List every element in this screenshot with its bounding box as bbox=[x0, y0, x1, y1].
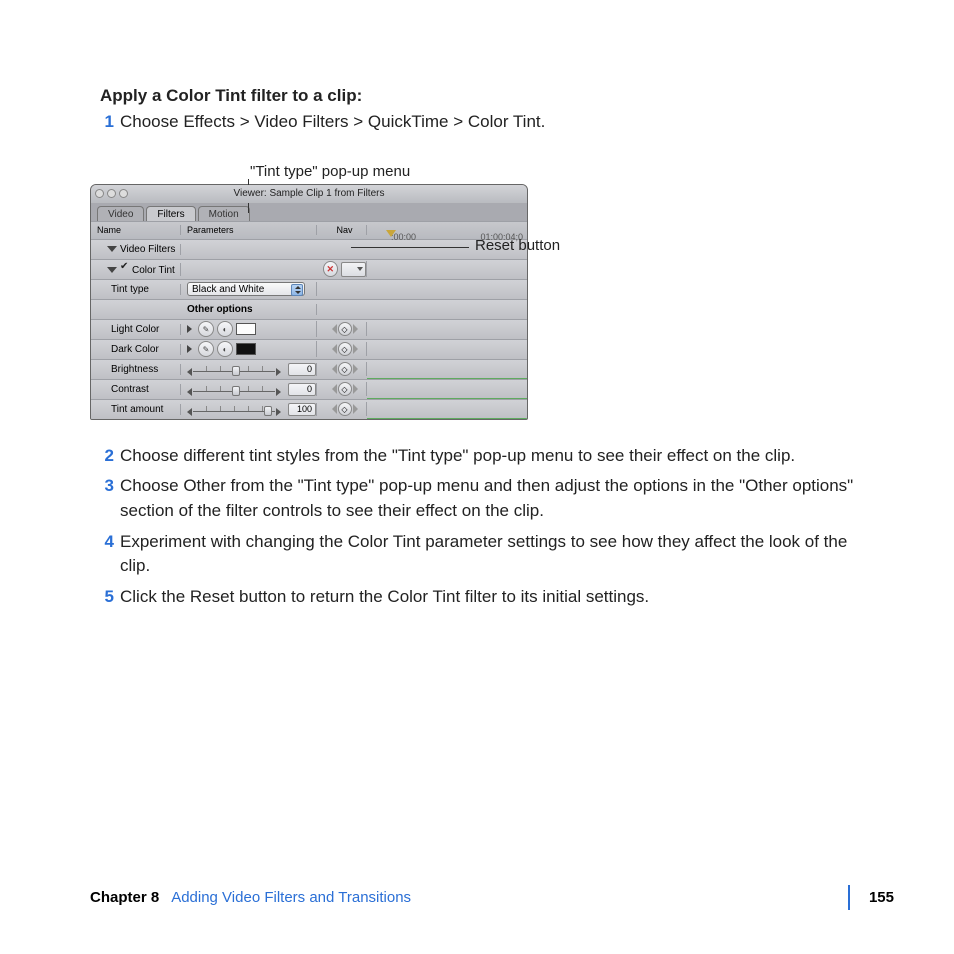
callout-tint-type: "Tint type" pop-up menu bbox=[250, 163, 864, 180]
label-contrast: Contrast bbox=[111, 384, 149, 395]
prev-keyframe-icon[interactable] bbox=[332, 364, 337, 374]
step-text-4: Experiment with changing the Color Tint … bbox=[120, 530, 864, 579]
add-keyframe-icon[interactable]: ◇ bbox=[338, 342, 352, 356]
clip-keyframe-popup[interactable] bbox=[341, 262, 366, 277]
row-tint-amount: Tint amount 100 ◇ bbox=[91, 399, 527, 419]
add-keyframe-icon[interactable]: ◇ bbox=[338, 362, 352, 376]
light-color-swatch[interactable] bbox=[236, 323, 256, 335]
row-light-color: Light Color ✎ ◐ ◇ bbox=[91, 319, 527, 339]
page-footer: Chapter 8 Adding Video Filters and Trans… bbox=[90, 889, 894, 906]
window-titlebar: Viewer: Sample Clip 1 from Filters bbox=[91, 185, 527, 203]
step-number-1: 1 bbox=[90, 110, 114, 135]
zoom-icon[interactable] bbox=[119, 189, 128, 198]
label-video-filters: Video Filters bbox=[120, 244, 175, 255]
brightness-slider[interactable] bbox=[187, 363, 281, 375]
tab-motion[interactable]: Motion bbox=[198, 206, 250, 221]
label-tint-amount: Tint amount bbox=[111, 404, 163, 415]
step-text-1: Choose Effects > Video Filters > QuickTi… bbox=[120, 110, 864, 135]
keyframe-nav-tint-amount[interactable]: ◇ bbox=[332, 402, 358, 416]
disclosure-down-icon[interactable] bbox=[107, 246, 117, 252]
prev-keyframe-icon[interactable] bbox=[332, 384, 337, 394]
keyframe-nav-brightness[interactable]: ◇ bbox=[332, 362, 358, 376]
playhead-icon[interactable] bbox=[386, 230, 396, 237]
prev-keyframe-icon[interactable] bbox=[332, 324, 337, 334]
row-dark-color: Dark Color ✎ ◐ ◇ bbox=[91, 339, 527, 359]
close-icon[interactable] bbox=[95, 189, 104, 198]
next-keyframe-icon[interactable] bbox=[353, 344, 358, 354]
viewer-window: Viewer: Sample Clip 1 from Filters Video… bbox=[90, 184, 528, 420]
reset-button[interactable]: ✕ bbox=[323, 261, 338, 277]
footer-rule bbox=[848, 885, 850, 910]
row-tint-type: Tint type Black and White bbox=[91, 279, 527, 299]
label-color-tint: Color Tint bbox=[132, 265, 175, 276]
disclosure-right-icon[interactable] bbox=[187, 345, 192, 353]
label-other-options: Other options bbox=[181, 304, 317, 315]
label-tint-type: Tint type bbox=[111, 284, 149, 295]
next-keyframe-icon[interactable] bbox=[353, 384, 358, 394]
chapter-title: Adding Video Filters and Transitions bbox=[171, 889, 411, 906]
tint-amount-value[interactable]: 100 bbox=[288, 403, 316, 416]
hue-wheel-button[interactable]: ◐ bbox=[217, 341, 233, 357]
row-brightness: Brightness 0 ◇ bbox=[91, 359, 527, 379]
row-video-filters[interactable]: Video Filters bbox=[91, 239, 527, 259]
step-number-2: 2 bbox=[90, 444, 114, 469]
add-keyframe-icon[interactable]: ◇ bbox=[338, 322, 352, 336]
label-brightness: Brightness bbox=[111, 364, 158, 375]
eyedropper-button[interactable]: ✎ bbox=[198, 341, 214, 357]
window-traffic-lights[interactable] bbox=[95, 189, 128, 198]
chapter-label: Chapter 8 bbox=[90, 889, 159, 906]
tab-filters[interactable]: Filters bbox=[146, 206, 195, 221]
col-header-nav: Nav bbox=[317, 225, 367, 235]
tint-amount-slider[interactable] bbox=[187, 403, 281, 415]
col-header-parameters: Parameters bbox=[181, 225, 317, 235]
brightness-value[interactable]: 0 bbox=[288, 363, 316, 376]
contrast-slider[interactable] bbox=[187, 383, 281, 395]
step-number-3: 3 bbox=[90, 474, 114, 523]
section-heading: Apply a Color Tint filter to a clip: bbox=[100, 86, 864, 106]
callout-reset-button: Reset button bbox=[475, 237, 560, 254]
keyframe-nav-dark[interactable]: ◇ bbox=[332, 342, 358, 356]
tint-type-popup[interactable]: Black and White bbox=[187, 282, 305, 296]
disclosure-down-icon[interactable] bbox=[107, 267, 117, 273]
add-keyframe-icon[interactable]: ◇ bbox=[338, 382, 352, 396]
step-text-3: Choose Other from the "Tint type" pop-up… bbox=[120, 474, 864, 523]
label-dark-color: Dark Color bbox=[111, 344, 159, 355]
tab-video[interactable]: Video bbox=[97, 206, 144, 221]
window-title: Viewer: Sample Clip 1 from Filters bbox=[234, 188, 385, 199]
step-text-5: Click the Reset button to return the Col… bbox=[120, 585, 864, 610]
row-color-tint[interactable]: Color Tint ✕ bbox=[91, 259, 527, 279]
keyframe-nav-light[interactable]: ◇ bbox=[332, 322, 358, 336]
minimize-icon[interactable] bbox=[107, 189, 116, 198]
add-keyframe-icon[interactable]: ◇ bbox=[338, 402, 352, 416]
next-keyframe-icon[interactable] bbox=[353, 324, 358, 334]
prev-keyframe-icon[interactable] bbox=[332, 404, 337, 414]
eyedropper-button[interactable]: ✎ bbox=[198, 321, 214, 337]
dark-color-swatch[interactable] bbox=[236, 343, 256, 355]
column-header-row: Name Parameters Nav :00:00 01:00:04;0 bbox=[91, 221, 527, 239]
popup-arrows-icon bbox=[291, 284, 303, 296]
label-light-color: Light Color bbox=[111, 324, 159, 335]
viewer-tabs: Video Filters Motion bbox=[91, 203, 527, 221]
step-text-2: Choose different tint styles from the "T… bbox=[120, 444, 864, 469]
keyframe-nav-contrast[interactable]: ◇ bbox=[332, 382, 358, 396]
hue-wheel-button[interactable]: ◐ bbox=[217, 321, 233, 337]
next-keyframe-icon[interactable] bbox=[353, 364, 358, 374]
step-number-5: 5 bbox=[90, 585, 114, 610]
row-contrast: Contrast 0 ◇ bbox=[91, 379, 527, 399]
step-number-4: 4 bbox=[90, 530, 114, 579]
row-other-options: Other options bbox=[91, 299, 527, 319]
next-keyframe-icon[interactable] bbox=[353, 404, 358, 414]
page-number: 155 bbox=[869, 889, 894, 906]
tint-type-value: Black and White bbox=[192, 284, 264, 295]
enable-checkbox[interactable] bbox=[120, 263, 130, 273]
disclosure-right-icon[interactable] bbox=[187, 325, 192, 333]
col-header-name: Name bbox=[91, 225, 181, 235]
contrast-value[interactable]: 0 bbox=[288, 383, 316, 396]
prev-keyframe-icon[interactable] bbox=[332, 344, 337, 354]
